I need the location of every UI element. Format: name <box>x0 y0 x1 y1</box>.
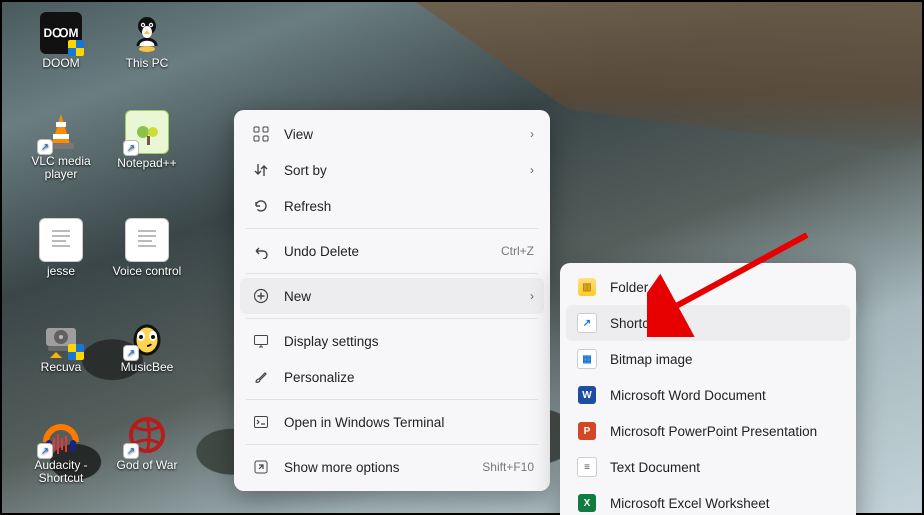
submenu-label: Bitmap image <box>610 352 840 367</box>
chevron-right-icon: › <box>530 163 534 177</box>
shortcut-arrow-icon: ↗ <box>124 346 138 360</box>
vlc-icon: ↗ <box>40 110 82 152</box>
menu-separator <box>246 228 538 229</box>
icon-label: MusicBee <box>110 361 184 374</box>
menu-label: Show more options <box>284 460 464 475</box>
menu-label: Open in Windows Terminal <box>284 415 534 430</box>
shield-badge-icon <box>68 40 84 56</box>
submenu-item-shortcut[interactable]: ↗ Shortcut <box>566 305 850 341</box>
submenu-label: Microsoft PowerPoint Presentation <box>610 424 840 439</box>
desktop-icon-vlc[interactable]: ↗ VLC media player <box>24 110 98 181</box>
menu-item-refresh[interactable]: Refresh <box>240 188 544 224</box>
menu-label: Undo Delete <box>284 244 483 259</box>
menu-label: Display settings <box>284 334 534 349</box>
menu-item-display-settings[interactable]: Display settings <box>240 323 544 359</box>
text-file-icon <box>39 218 83 262</box>
bitmap-icon: ▦ <box>576 349 598 369</box>
submenu-item-excel[interactable]: X Microsoft Excel Worksheet <box>566 485 850 515</box>
shield-badge-icon <box>68 344 84 360</box>
desktop-icon-doom[interactable]: DꝎM DOOM <box>24 12 98 70</box>
submenu-item-folder[interactable]: ▥ Folder <box>566 269 850 305</box>
shortcut-arrow-icon: ↗ <box>38 444 52 458</box>
menu-label: New <box>284 289 512 304</box>
thispc-icon <box>126 12 168 54</box>
menu-item-undo-delete[interactable]: Undo Delete Ctrl+Z <box>240 233 544 269</box>
submenu-item-powerpoint[interactable]: P Microsoft PowerPoint Presentation <box>566 413 850 449</box>
menu-separator <box>246 318 538 319</box>
menu-label: Refresh <box>284 199 534 214</box>
chevron-right-icon: › <box>530 289 534 303</box>
text-file-icon: ≡ <box>576 457 598 477</box>
shortcut-arrow-icon: ↗ <box>38 140 52 154</box>
shortcut-icon: ↗ <box>576 313 598 333</box>
icon-label: Audacity - Shortcut <box>24 459 98 485</box>
menu-item-personalize[interactable]: Personalize <box>240 359 544 395</box>
menu-separator <box>246 399 538 400</box>
doom-icon: DꝎM <box>40 12 82 54</box>
menu-item-show-more[interactable]: Show more options Shift+F10 <box>240 449 544 485</box>
notepadpp-icon: ↗ <box>125 110 169 154</box>
sort-icon <box>250 162 272 178</box>
desktop-icon-thispc[interactable]: This PC <box>110 12 184 70</box>
icon-label: God of War <box>110 459 184 472</box>
brush-icon <box>250 369 272 385</box>
expand-icon <box>250 459 272 475</box>
desktop-icon-musicbee[interactable]: ↗ MusicBee <box>110 316 184 374</box>
display-icon <box>250 333 272 349</box>
submenu-label: Microsoft Word Document <box>610 388 840 403</box>
submenu-label: Shortcut <box>610 316 840 331</box>
shortcut-arrow-icon: ↗ <box>124 141 138 155</box>
audacity-icon: ↗ <box>40 414 82 456</box>
chevron-right-icon: › <box>530 127 534 141</box>
folder-icon: ▥ <box>576 278 598 296</box>
submenu-item-text[interactable]: ≡ Text Document <box>566 449 850 485</box>
menu-label: Personalize <box>284 370 534 385</box>
submenu-label: Microsoft Excel Worksheet <box>610 496 840 511</box>
word-icon: W <box>576 386 598 404</box>
new-submenu: ▥ Folder ↗ Shortcut ▦ Bitmap image W Mic… <box>560 263 856 515</box>
submenu-label: Folder <box>610 280 840 295</box>
refresh-icon <box>250 198 272 214</box>
icon-label: Notepad++ <box>110 157 184 170</box>
menu-separator <box>246 273 538 274</box>
terminal-icon <box>250 414 272 430</box>
shortcut-arrow-icon: ↗ <box>124 444 138 458</box>
desktop-icon-audacity[interactable]: ↗ Audacity - Shortcut <box>24 414 98 485</box>
menu-accelerator: Ctrl+Z <box>501 244 534 258</box>
context-menu: View › Sort by › Refresh Undo Delete Ctr… <box>234 110 550 491</box>
desktop-icon-godofwar[interactable]: ↗ God of War <box>110 414 184 472</box>
powerpoint-icon: P <box>576 422 598 440</box>
desktop-icon-jesse[interactable]: jesse <box>24 218 98 278</box>
menu-item-view[interactable]: View › <box>240 116 544 152</box>
excel-icon: X <box>576 494 598 512</box>
menu-separator <box>246 444 538 445</box>
menu-label: View <box>284 127 512 142</box>
icon-label: VLC media player <box>24 155 98 181</box>
icon-label: jesse <box>24 265 98 278</box>
icon-label: DOOM <box>24 57 98 70</box>
icon-label: Recuva <box>24 361 98 374</box>
desktop-icon-notepadpp[interactable]: ↗ Notepad++ <box>110 110 184 170</box>
icon-label: This PC <box>110 57 184 70</box>
menu-item-sortby[interactable]: Sort by › <box>240 152 544 188</box>
undo-icon <box>250 243 272 259</box>
desktop-icon-recuva[interactable]: Recuva <box>24 316 98 374</box>
plus-circle-icon <box>250 288 272 304</box>
grid-icon <box>250 126 272 142</box>
menu-label: Sort by <box>284 163 512 178</box>
text-file-icon <box>125 218 169 262</box>
menu-item-new[interactable]: New › <box>240 278 544 314</box>
icon-label: Voice control <box>110 265 184 278</box>
godofwar-icon: ↗ <box>126 414 168 456</box>
menu-item-open-terminal[interactable]: Open in Windows Terminal <box>240 404 544 440</box>
musicbee-icon: ↗ <box>126 316 168 358</box>
submenu-item-bitmap[interactable]: ▦ Bitmap image <box>566 341 850 377</box>
desktop-icon-voicecontrol[interactable]: Voice control <box>110 218 184 278</box>
submenu-item-word[interactable]: W Microsoft Word Document <box>566 377 850 413</box>
submenu-label: Text Document <box>610 460 840 475</box>
menu-accelerator: Shift+F10 <box>482 460 534 474</box>
recuva-icon <box>40 316 82 358</box>
